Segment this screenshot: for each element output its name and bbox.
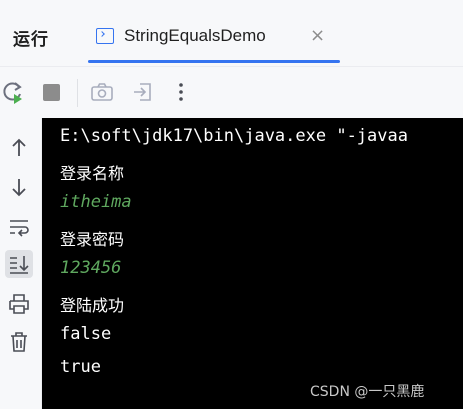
tab-string-equals-demo[interactable]: StringEqualsDemo ×	[84, 12, 340, 66]
close-icon[interactable]: ×	[310, 25, 325, 46]
console-tab-icon	[96, 28, 114, 44]
watermark: CSDN @一只黑鹿	[310, 384, 425, 400]
trash-icon[interactable]	[5, 328, 33, 356]
console-line: true	[60, 357, 101, 377]
console-line: 登录名称	[60, 164, 125, 183]
scroll-to-end-icon[interactable]	[5, 250, 33, 278]
user-input-line: 123456	[60, 258, 122, 278]
console-side-toolbar	[0, 118, 42, 409]
rerun-icon[interactable]	[0, 79, 26, 105]
run-toolbar	[0, 66, 463, 118]
tab-label: StringEqualsDemo	[124, 26, 266, 45]
console-output[interactable]: E:\soft\jdk17\bin\java.exe "-javaa 登录名称 …	[42, 118, 463, 409]
toolbar-divider	[77, 79, 78, 107]
user-input-line: itheima	[60, 192, 132, 212]
command-line: E:\soft\jdk17\bin\java.exe "-javaa	[60, 126, 408, 146]
tool-window-header: 运行 StringEqualsDemo ×	[0, 0, 463, 66]
active-tab-indicator	[88, 60, 340, 63]
print-icon[interactable]	[5, 290, 33, 318]
console-line: 登陆成功	[60, 296, 125, 315]
exit-icon[interactable]	[130, 79, 156, 105]
down-arrow-icon[interactable]	[5, 173, 33, 201]
console-line: false	[60, 324, 112, 344]
run-tool-window-title: 运行	[13, 30, 49, 50]
soft-wrap-icon[interactable]	[5, 213, 33, 241]
console-line: 登录密码	[60, 230, 125, 249]
screenshot-icon[interactable]	[89, 79, 115, 105]
more-icon[interactable]	[168, 79, 194, 105]
stop-icon[interactable]	[38, 79, 64, 105]
up-arrow-icon[interactable]	[5, 134, 33, 162]
